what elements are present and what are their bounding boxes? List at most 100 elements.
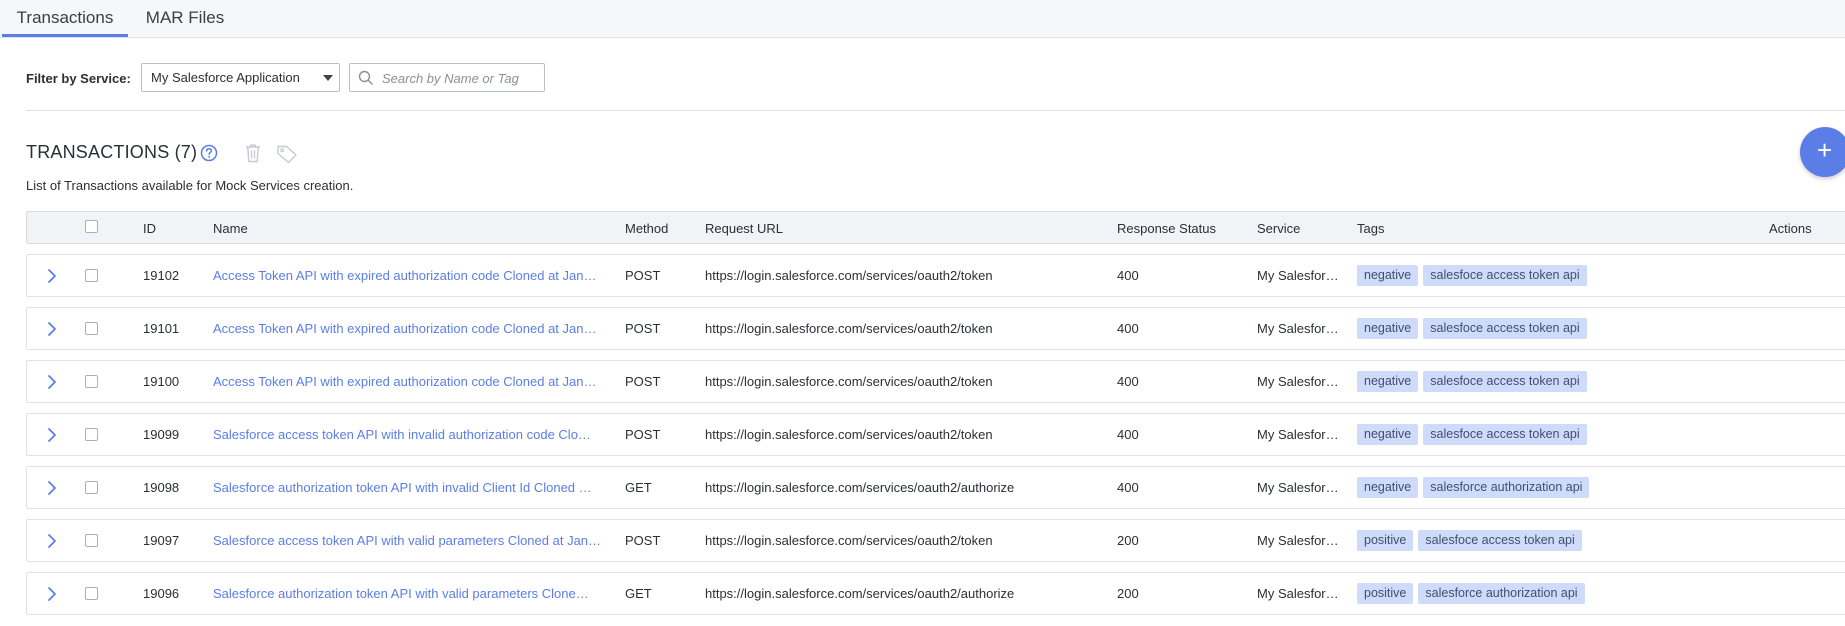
row-name-link[interactable]: Access Token API with expired authorizat… xyxy=(213,374,637,389)
trash-icon[interactable] xyxy=(244,143,262,163)
column-header-id[interactable]: ID xyxy=(143,221,156,236)
row-name-link[interactable]: Salesforce access token API with valid p… xyxy=(213,533,637,548)
section-description: List of Transactions available for Mock … xyxy=(26,178,354,193)
row-name-link[interactable]: Salesforce authorization token API with … xyxy=(213,586,637,601)
table-row[interactable]: 19099 Salesforce access token API with i… xyxy=(26,413,1845,456)
row-id: 19097 xyxy=(143,533,180,548)
row-id: 19101 xyxy=(143,321,180,336)
row-request-url: https://login.salesforce.com/services/oa… xyxy=(705,374,993,389)
chevron-right-icon[interactable] xyxy=(47,533,57,549)
chevron-right-icon[interactable] xyxy=(47,427,57,443)
plus-icon: + xyxy=(1817,135,1833,165)
tab-bar: Transactions MAR Files xyxy=(0,0,1845,38)
row-checkbox[interactable] xyxy=(85,481,98,494)
row-service: My Salesfor… xyxy=(1257,480,1339,495)
table-row[interactable]: 19096 Salesforce authorization token API… xyxy=(26,572,1845,615)
row-name-link[interactable]: Salesforce authorization token API with … xyxy=(213,480,637,495)
row-id: 19096 xyxy=(143,586,180,601)
tag-icon[interactable] xyxy=(276,144,298,164)
row-tags: negative salesfoce access token api xyxy=(1357,265,1592,287)
search-box[interactable] xyxy=(349,63,545,92)
column-header-name[interactable]: Name xyxy=(213,221,248,236)
add-transaction-button[interactable]: + xyxy=(1800,127,1845,177)
question-circle-icon[interactable] xyxy=(200,144,218,162)
row-tags: positive salesforce authorization api xyxy=(1357,583,1590,605)
chevron-right-icon[interactable] xyxy=(47,480,57,496)
service-select[interactable]: My Salesforce Application xyxy=(141,63,340,92)
row-checkbox[interactable] xyxy=(85,322,98,335)
tag-badge[interactable]: salesfoce access token api xyxy=(1423,371,1587,392)
tag-badge[interactable]: negative xyxy=(1357,477,1419,498)
row-id: 19098 xyxy=(143,480,180,495)
row-method: GET xyxy=(625,586,652,601)
row-checkbox[interactable] xyxy=(85,587,98,600)
chevron-right-icon[interactable] xyxy=(47,268,57,284)
table-row[interactable]: 19098 Salesforce authorization token API… xyxy=(26,466,1845,509)
row-name-link[interactable]: Access Token API with expired authorizat… xyxy=(213,268,637,283)
column-header-service[interactable]: Service xyxy=(1257,221,1300,236)
tag-badge[interactable]: salesfoce access token api xyxy=(1423,265,1587,286)
row-tags: positive salesfoce access token api xyxy=(1357,530,1587,552)
row-checkbox[interactable] xyxy=(85,269,98,282)
row-name-link[interactable]: Salesforce access token API with invalid… xyxy=(213,427,637,442)
row-tags: negative salesforce authorization api xyxy=(1357,477,1594,499)
row-request-url: https://login.salesforce.com/services/oa… xyxy=(705,480,1015,495)
tag-badge[interactable]: salesfoce access token api xyxy=(1418,530,1582,551)
row-response-status: 400 xyxy=(1117,321,1139,336)
column-header-response-status[interactable]: Response Status xyxy=(1117,221,1216,236)
row-tags: negative salesfoce access token api xyxy=(1357,424,1592,446)
tag-badge[interactable]: negative xyxy=(1357,318,1419,339)
chevron-right-icon[interactable] xyxy=(47,586,57,602)
table-row[interactable]: 19097 Salesforce access token API with v… xyxy=(26,519,1845,562)
tag-badge[interactable]: positive xyxy=(1357,583,1414,604)
tag-badge[interactable]: negative xyxy=(1357,371,1419,392)
row-id: 19102 xyxy=(143,268,180,283)
table-header: ID Name Method Request URL Response Stat… xyxy=(26,211,1845,244)
tag-badge[interactable]: salesforce authorization api xyxy=(1423,477,1590,498)
tag-badge[interactable]: negative xyxy=(1357,265,1419,286)
row-service: My Salesfor… xyxy=(1257,586,1339,601)
row-response-status: 400 xyxy=(1117,268,1139,283)
column-header-request-url[interactable]: Request URL xyxy=(705,221,783,236)
row-request-url: https://login.salesforce.com/services/oa… xyxy=(705,321,993,336)
search-input[interactable] xyxy=(380,67,542,90)
row-request-url: https://login.salesforce.com/services/oa… xyxy=(705,586,1015,601)
row-tags: negative salesfoce access token api xyxy=(1357,318,1592,340)
row-tags: negative salesfoce access token api xyxy=(1357,371,1592,393)
row-service: My Salesfor… xyxy=(1257,321,1339,336)
tag-badge[interactable]: positive xyxy=(1357,530,1414,551)
row-method: POST xyxy=(625,533,661,548)
table-row[interactable]: 19100 Access Token API with expired auth… xyxy=(26,360,1845,403)
row-response-status: 200 xyxy=(1117,533,1139,548)
caret-down-icon xyxy=(323,75,333,81)
row-response-status: 400 xyxy=(1117,480,1139,495)
tag-badge[interactable]: salesfoce access token api xyxy=(1423,424,1587,445)
row-response-status: 400 xyxy=(1117,374,1139,389)
service-select-value: My Salesforce Application xyxy=(151,70,300,85)
tab-mar-files[interactable]: MAR Files xyxy=(144,0,226,37)
row-service: My Salesfor… xyxy=(1257,533,1339,548)
column-header-tags: Tags xyxy=(1357,221,1385,236)
chevron-right-icon[interactable] xyxy=(47,321,57,337)
row-method: POST xyxy=(625,374,661,389)
row-method: POST xyxy=(625,427,661,442)
row-name-link[interactable]: Access Token API with expired authorizat… xyxy=(213,321,637,336)
tag-badge[interactable]: salesforce authorization api xyxy=(1418,583,1585,604)
page-title: TRANSACTIONS (7) xyxy=(26,142,198,162)
tab-transactions[interactable]: Transactions xyxy=(2,0,128,37)
table-row[interactable]: 19102 Access Token API with expired auth… xyxy=(26,254,1845,297)
row-id: 19100 xyxy=(143,374,180,389)
row-checkbox[interactable] xyxy=(85,375,98,388)
row-response-status: 400 xyxy=(1117,427,1139,442)
table-row[interactable]: 19101 Access Token API with expired auth… xyxy=(26,307,1845,350)
tag-badge[interactable]: negative xyxy=(1357,424,1419,445)
tag-badge[interactable]: salesfoce access token api xyxy=(1423,318,1587,339)
row-method: GET xyxy=(625,480,652,495)
select-all-checkbox[interactable] xyxy=(85,220,98,233)
chevron-right-icon[interactable] xyxy=(47,374,57,390)
search-icon xyxy=(358,70,373,85)
row-checkbox[interactable] xyxy=(85,534,98,547)
column-header-method[interactable]: Method xyxy=(625,221,668,236)
row-checkbox[interactable] xyxy=(85,428,98,441)
row-response-status: 200 xyxy=(1117,586,1139,601)
